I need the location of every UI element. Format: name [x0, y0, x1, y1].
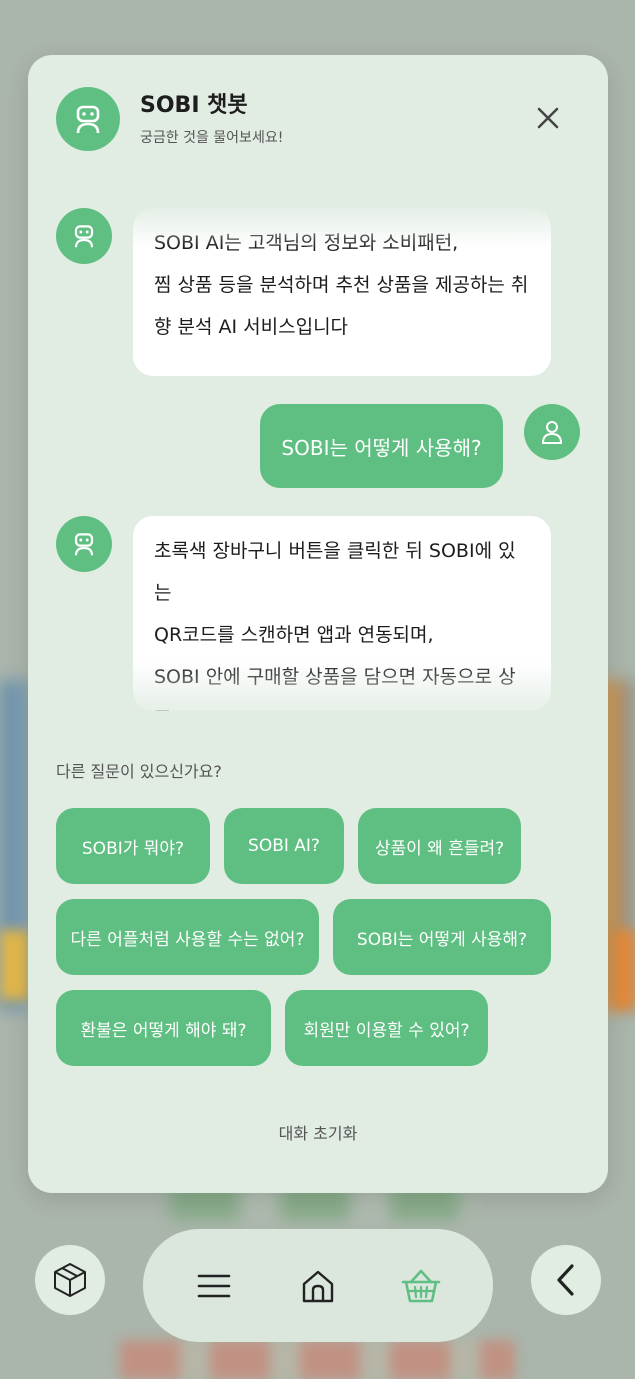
close-button[interactable] — [533, 103, 563, 133]
robot-icon — [74, 533, 94, 556]
robot-icon — [74, 225, 94, 248]
home-button[interactable] — [297, 1265, 339, 1307]
chatbot-avatar — [56, 87, 120, 151]
suggestion-chip[interactable]: 회원만 이용할 수 있어? — [285, 990, 488, 1066]
bot-avatar — [56, 208, 112, 264]
chatbot-subtitle: 궁금한 것을 물어보세요! — [140, 130, 284, 146]
close-icon — [537, 107, 559, 129]
user-icon — [541, 421, 563, 444]
chatbot-title: SOBI 챗봇 — [140, 93, 248, 118]
suggestion-chip[interactable]: SOBI가 뭐야? — [56, 808, 210, 884]
reset-conversation-button[interactable]: 대화 초기화 — [28, 1120, 608, 1144]
chevron-left-icon — [557, 1264, 574, 1296]
suggestion-chip[interactable]: 환불은 어떻게 해야 돼? — [56, 990, 271, 1066]
bottom-nav-bar — [143, 1229, 493, 1342]
suggestions-prompt: 다른 질문이 있으신가요? — [56, 762, 222, 781]
bot-avatar — [56, 516, 112, 572]
suggestion-chip[interactable]: 다른 어플처럼 사용할 수는 없어? — [56, 899, 319, 975]
basket-button[interactable] — [400, 1265, 442, 1307]
suggestion-chip[interactable]: SOBI는 어떻게 사용해? — [333, 899, 551, 975]
menu-icon — [197, 1274, 231, 1298]
user-avatar — [524, 404, 580, 460]
back-button[interactable] — [531, 1245, 601, 1315]
suggestion-chip[interactable]: SOBI AI? — [224, 808, 344, 884]
basket-icon — [401, 1269, 441, 1303]
home-icon — [302, 1270, 334, 1303]
user-message: SOBI는 어떻게 사용해? — [260, 404, 503, 488]
box-button[interactable] — [35, 1245, 105, 1315]
box-icon — [54, 1263, 86, 1297]
chatbot-panel: SOBI 챗봇 궁금한 것을 물어보세요! SOBI AI는 고객님의 정보와 … — [28, 55, 608, 1193]
robot-icon — [76, 105, 100, 134]
menu-button[interactable] — [193, 1265, 235, 1307]
suggestion-chip[interactable]: 상품이 왜 흔들려? — [358, 808, 521, 884]
